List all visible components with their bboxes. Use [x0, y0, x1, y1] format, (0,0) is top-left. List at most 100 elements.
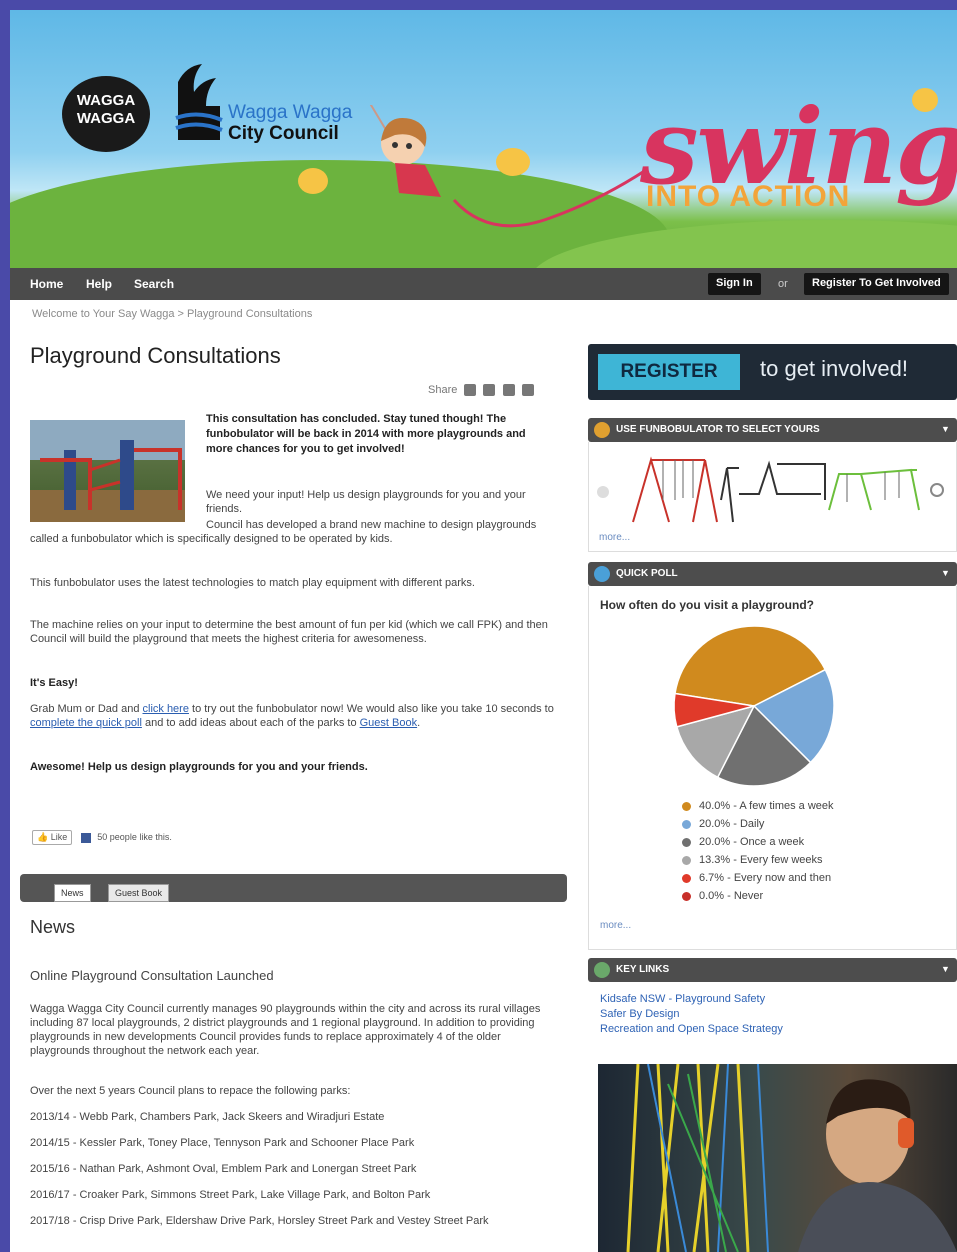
playground-photo [30, 420, 185, 522]
news-paragraph-1: Wagga Wagga City Council currently manag… [30, 1003, 541, 1057]
nav-home-link[interactable]: Home [30, 277, 63, 291]
like-label: Like [50, 832, 68, 842]
twitter-share-icon[interactable] [483, 384, 496, 397]
poll-legend-item: 40.0% - A few times a week [682, 800, 834, 812]
share-bar: Share [428, 384, 534, 397]
legend-label: 20.0% - Once a week [699, 836, 805, 848]
key-links-list: Kidsafe NSW - Playground Safety Safer By… [600, 992, 783, 1037]
swinging-girl-illustration [369, 105, 441, 197]
key-link-kidsafe[interactable]: Kidsafe NSW - Playground Safety [600, 992, 783, 1007]
body-paragraph-2: This funbobulator uses the latest techno… [30, 577, 475, 589]
poll-legend-item: 13.3% - Every few weeks [682, 854, 823, 866]
key-link-safer-by-design[interactable]: Safer By Design [600, 1007, 783, 1022]
news-list-item: 2017/18 - Crisp Drive Park, Eldershaw Dr… [30, 1215, 489, 1227]
collapse-icon[interactable]: ▼ [941, 568, 951, 578]
legend-swatch [682, 819, 691, 829]
news-list-item: 2015/16 - Nathan Park, Ashmont Oval, Emb… [30, 1163, 417, 1175]
collapse-icon[interactable]: ▼ [941, 964, 951, 974]
funbobulator-more-link[interactable]: more... [599, 532, 630, 543]
register-nav-button[interactable]: Register To Get Involved [804, 273, 949, 295]
poll-legend-item: 20.0% - Daily [682, 818, 764, 830]
news-list-item: 2014/15 - Kessler Park, Toney Place, Ten… [30, 1137, 415, 1149]
legend-swatch [682, 855, 691, 865]
technician-photo [598, 1064, 957, 1252]
poll-legend-item: 20.0% - Once a week [682, 836, 804, 848]
p4-text: Grab Mum or Dad and [30, 703, 143, 715]
funbobulator-title: USE FUNBOBULATOR TO SELECT YOURS [616, 424, 820, 435]
legend-label: 40.0% - A few times a week [699, 800, 834, 812]
guest-book-link[interactable]: Guest Book [360, 717, 417, 729]
funbobulator-panel-header: USE FUNBOBULATOR TO SELECT YOURS ▼ [588, 418, 957, 442]
share-label: Share [428, 384, 458, 396]
body-paragraph-4: Grab Mum or Dad and click here to try ou… [30, 702, 555, 730]
legend-swatch [682, 801, 691, 811]
logo-text: WAGGA WAGGA [76, 92, 136, 127]
funbobulator-panel: more... [588, 442, 957, 552]
poll-pie-chart [673, 625, 835, 787]
globe-icon [594, 962, 610, 978]
concluded-notice: This consultation has concluded. Stay tu… [206, 413, 526, 455]
swing-rope-illustration [452, 168, 647, 228]
intro-paragraph-b: Council has developed a brand new machin… [30, 519, 537, 545]
nav-help-link[interactable]: Help [86, 277, 112, 291]
register-tagline: to get involved! [760, 356, 908, 381]
click-here-link[interactable]: click here [143, 703, 189, 715]
council-name[interactable]: Wagga Wagga City Council [228, 102, 352, 144]
poll-legend-item: 6.7% - Every now and then [682, 872, 831, 884]
legend-label: 13.3% - Every few weeks [699, 854, 823, 866]
save-share-icon[interactable] [502, 384, 515, 397]
poll-more-link[interactable]: more... [600, 920, 631, 931]
intro-paragraph-a: We need your input! Help us design playg… [206, 489, 526, 515]
register-label: REGISTER [598, 354, 740, 390]
facebook-share-icon[interactable] [464, 384, 477, 397]
key-link-recreation-strategy[interactable]: Recreation and Open Space Strategy [600, 1022, 783, 1037]
facebook-icon [80, 832, 91, 843]
council-crest-icon [175, 64, 223, 140]
email-share-icon[interactable] [521, 384, 534, 397]
news-list-item: 2016/17 - Croaker Park, Simmons Street P… [30, 1189, 431, 1201]
poll-question: How often do you visit a playground? [600, 598, 815, 612]
key-links-title: KEY LINKS [616, 964, 670, 975]
collapse-icon[interactable]: ▼ [941, 424, 951, 434]
news-subheading: Online Playground Consultation Launched [30, 968, 274, 983]
nav-or-text: or [778, 278, 788, 290]
council-name-line2: City Council [228, 123, 339, 144]
quick-poll-link[interactable]: complete the quick poll [30, 717, 142, 729]
nav-search-link[interactable]: Search [134, 277, 174, 291]
poll-legend-item: 0.0% - Never [682, 890, 763, 902]
legend-swatch [682, 873, 691, 883]
news-list-item: 2013/14 - Webb Park, Chambers Park, Jack… [30, 1111, 385, 1123]
funbobulator-icon [594, 422, 610, 438]
wagga-wagga-logo[interactable]: WAGGA WAGGA [62, 76, 150, 152]
facebook-like-button[interactable]: 👍 Like [32, 830, 73, 845]
quick-poll-panel-header: QUICK POLL ▼ [588, 562, 957, 586]
thumbs-up-icon: 👍 [37, 832, 49, 842]
legend-swatch [682, 837, 691, 847]
council-name-line1: Wagga Wagga [228, 102, 353, 123]
p4-text: to try out the funbobulator now! We woul… [188, 703, 554, 715]
tab-guest-book[interactable]: Guest Book [108, 884, 170, 902]
poll-icon [594, 566, 610, 582]
swing-set-black-option [720, 460, 826, 523]
legend-label: 6.7% - Every now and then [699, 872, 832, 884]
sign-in-button[interactable]: Sign In [708, 273, 761, 295]
content-tabs: News Guest Book [20, 874, 567, 902]
swing-prev-arrow-icon [597, 486, 609, 498]
header-banner: WAGGA WAGGA Wagga Wagga City Council swi… [10, 10, 957, 268]
tab-news[interactable]: News [54, 884, 91, 902]
legend-swatch [682, 891, 691, 901]
body-paragraph-5: Awesome! Help us design playgrounds for … [30, 761, 368, 773]
swing-set-green-option [828, 468, 920, 511]
swing-next-arrow-icon [930, 483, 944, 497]
p4-text: . [417, 717, 421, 729]
breadcrumb[interactable]: Welcome to Your Say Wagga > Playground C… [32, 308, 312, 320]
legend-label: 20.0% - Daily [699, 818, 765, 830]
easy-heading: It's Easy! [30, 677, 78, 689]
body-paragraph-3: The machine relies on your input to dete… [30, 619, 548, 645]
legend-label: 0.0% - Never [699, 890, 764, 902]
top-navbar: Home Help Search Sign In or Register To … [10, 268, 957, 300]
p4-text: and to add ideas about each of the parks… [141, 717, 360, 729]
register-banner-button[interactable]: REGISTER to get involved! [588, 344, 957, 400]
news-heading: News [30, 917, 76, 937]
bird-illustration [298, 168, 328, 194]
